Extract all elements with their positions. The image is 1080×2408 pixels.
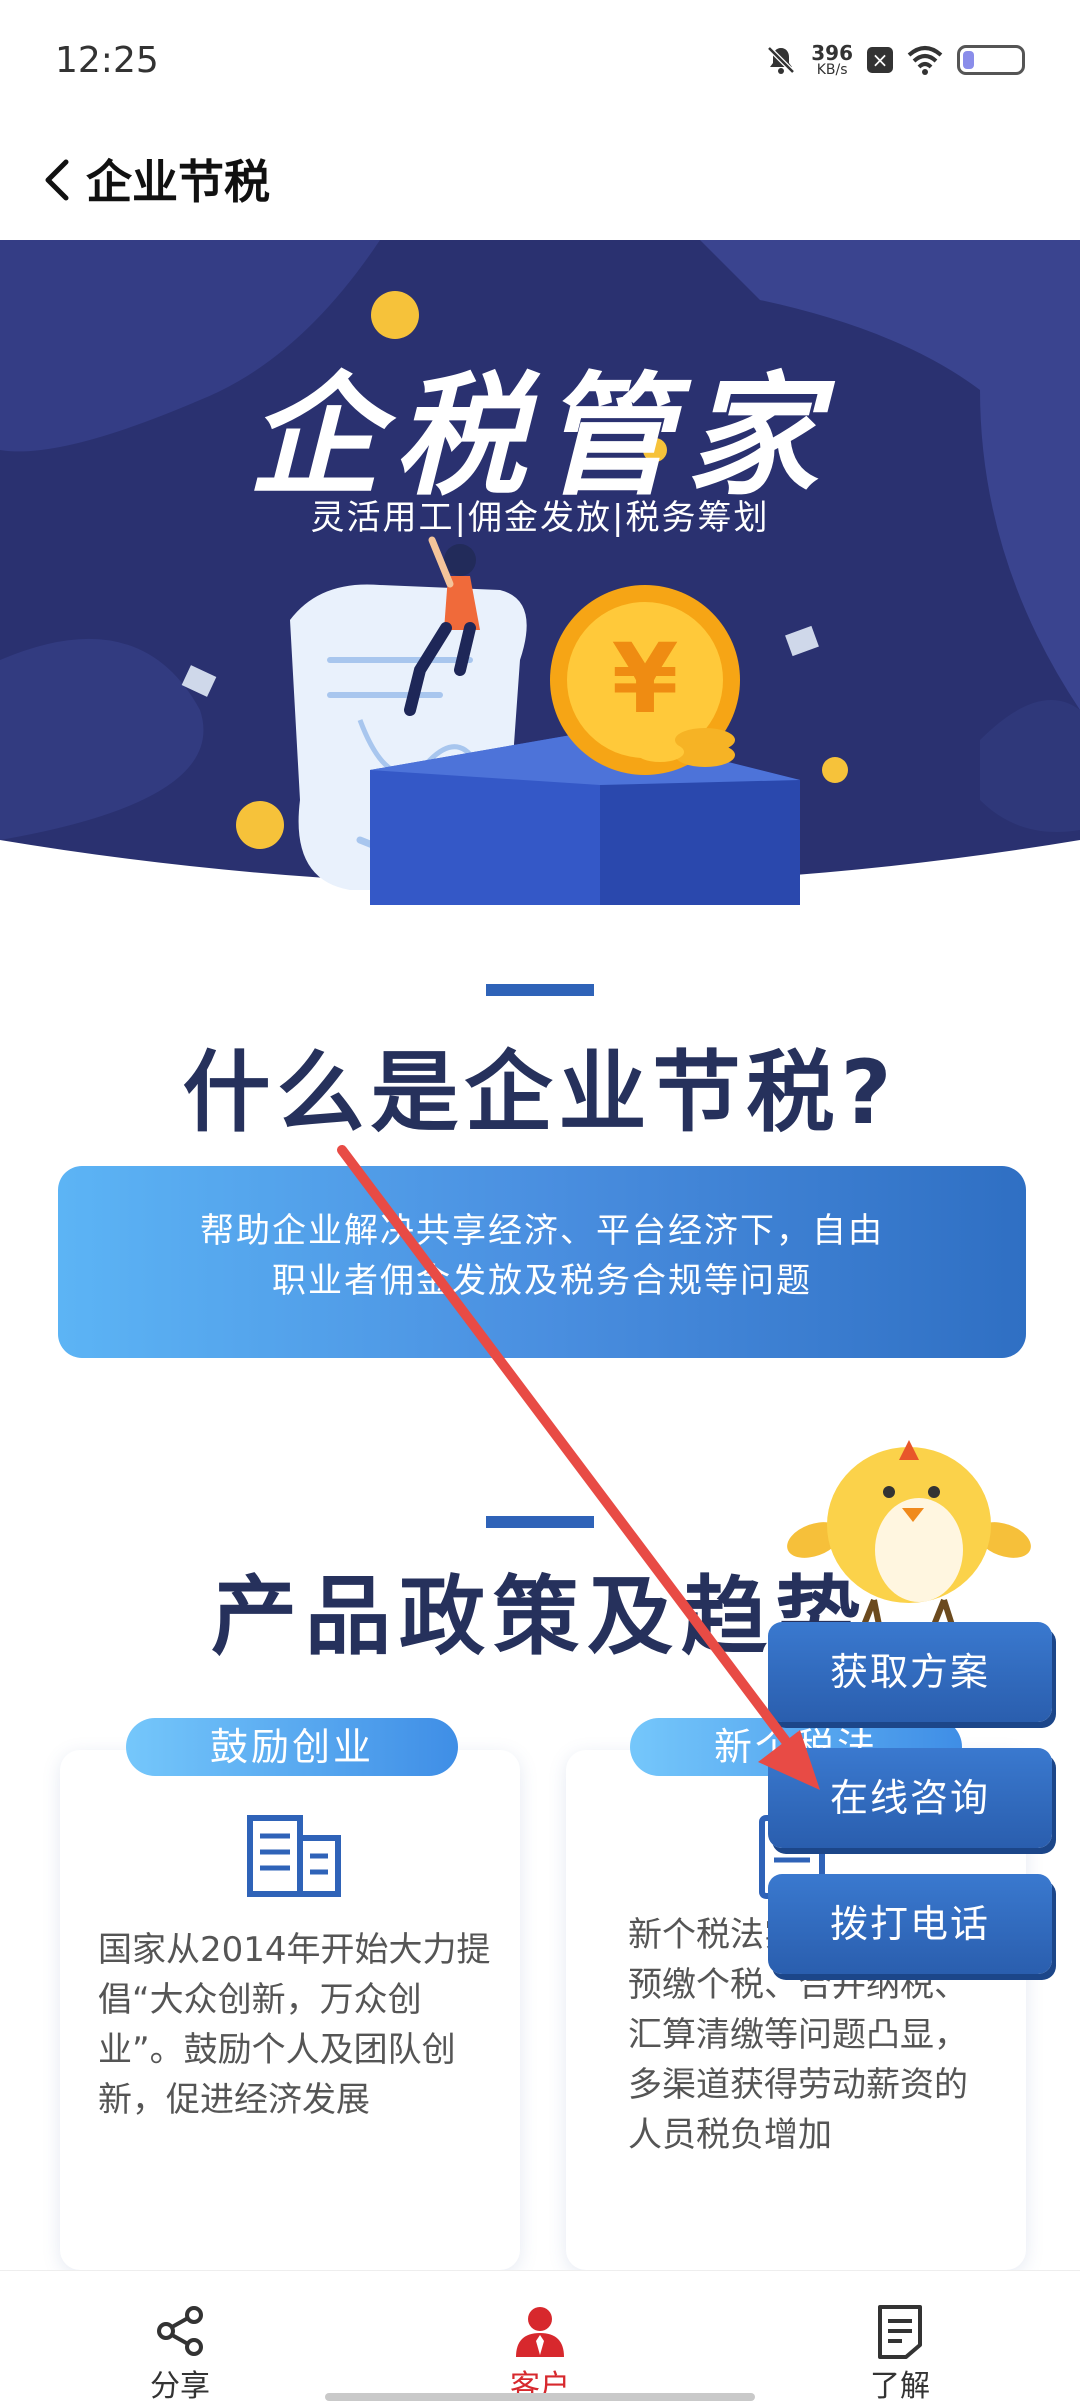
call-phone-button[interactable]: 拨打电话	[768, 1874, 1052, 1974]
info-line-1: 帮助企业解决共享经济、平台经济下，自由	[200, 1211, 884, 1251]
status-bar: 12:25 396 KB/s ×	[0, 0, 1080, 120]
banner-subtitle: 灵活用工|佣金发放|税务筹划	[310, 498, 770, 538]
net-speed-unit: KB/s	[816, 62, 848, 78]
page-title: 企业节税	[86, 155, 270, 209]
online-consult-button[interactable]: 在线咨询	[768, 1748, 1052, 1848]
close-box-icon: ×	[867, 47, 893, 73]
info-card: 帮助企业解决共享经济、平台经济下，自由 职业者佣金发放及税务合规等问题	[58, 1166, 1026, 1358]
nav-share-label: 分享	[150, 2369, 210, 2404]
home-indicator[interactable]	[325, 2393, 755, 2401]
nav-share[interactable]: 分享	[80, 2271, 280, 2408]
net-speed-value: 396	[811, 41, 853, 65]
document-icon	[878, 2305, 922, 2359]
back-button[interactable]	[20, 142, 96, 218]
status-icons: 396 KB/s ×	[765, 40, 1025, 80]
nav-learn-label: 了解	[870, 2369, 930, 2404]
person-icon	[516, 2307, 564, 2357]
info-line-2: 职业者佣金发放及税务合规等问题	[272, 1261, 812, 1301]
bottom-nav: 分享 客户 了解	[0, 2270, 1080, 2408]
product-card-text: 国家从2014年开始大力提倡“大众创新，万众创业”。鼓励个人及团队创新，促进经济…	[98, 1930, 491, 2120]
page: 12:25 396 KB/s × 企业节税 ¥ 企税管家 灵活用工|佣金发放|税…	[0, 0, 1080, 2408]
nav-learn[interactable]: 了解	[800, 2271, 1000, 2408]
bell-mute-icon	[767, 46, 796, 74]
wifi-icon	[907, 46, 943, 75]
chevron-left-icon	[45, 159, 69, 201]
battery-level	[963, 51, 975, 69]
status-time: 12:25	[55, 40, 159, 81]
hero-banner: ¥ 企税管家 灵活用工|佣金发放|税务筹划	[0, 240, 1080, 920]
app-header: 企业节税	[0, 120, 1080, 240]
share-icon	[157, 2306, 203, 2356]
net-speed: 396 KB/s	[811, 43, 853, 77]
section-accent-bar	[486, 984, 594, 996]
info-card-text: 帮助企业解决共享经济、平台经济下，自由 职业者佣金发放及税务合规等问题	[58, 1206, 1026, 1306]
get-plan-button[interactable]: 获取方案	[768, 1622, 1052, 1722]
product-card-startup: 国家从2014年开始大力提倡“大众创新，万众创业”。鼓励个人及团队创新，促进经济…	[60, 1750, 520, 2270]
section-accent-bar	[486, 1516, 594, 1528]
section-title-what: 什么是企业节税?	[182, 1041, 898, 1144]
coin-yen-symbol: ¥	[612, 623, 679, 735]
building-icon	[247, 1815, 341, 1897]
chick-mascot	[787, 1440, 1031, 1627]
nav-customer[interactable]: 客户	[440, 2271, 640, 2408]
battery-icon	[957, 45, 1025, 75]
product-tag-startup: 鼓励创业	[126, 1718, 458, 1776]
